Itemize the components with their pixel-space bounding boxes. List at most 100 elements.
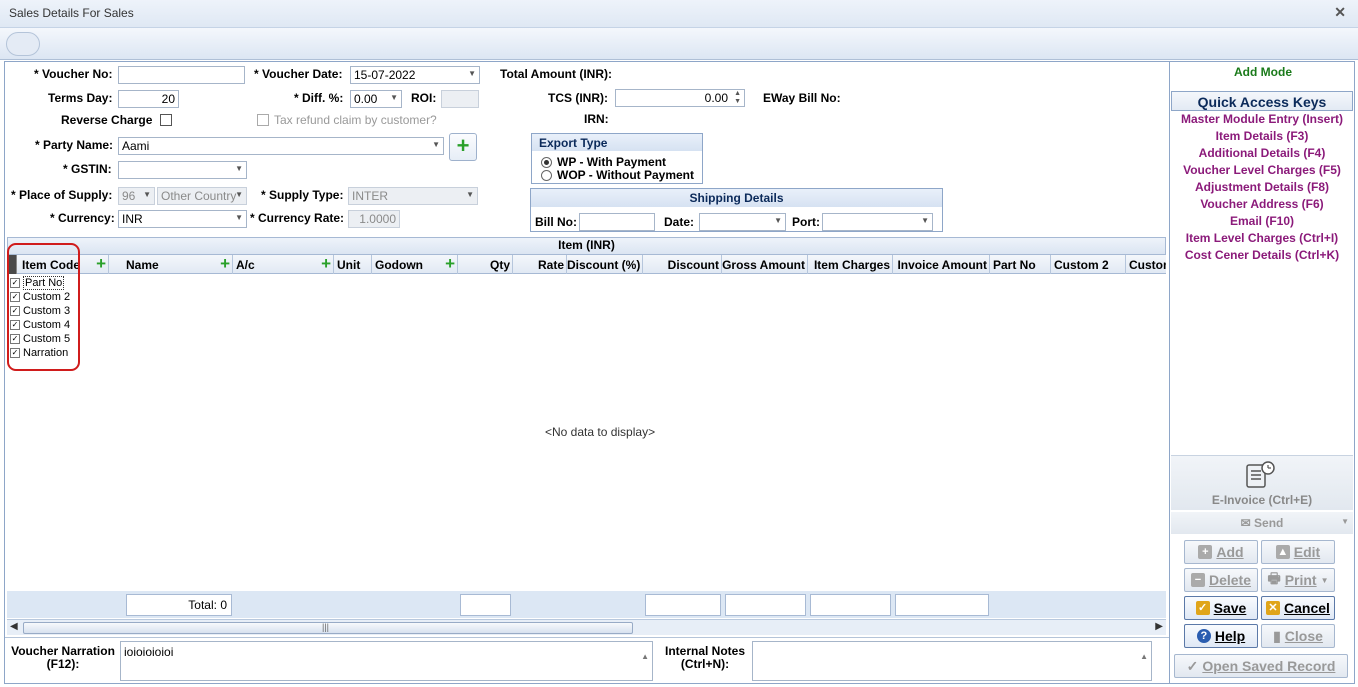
textarea-scroll-icon[interactable]: ▲▼	[641, 644, 649, 680]
dropdown-arrow-icon[interactable]: ▼	[774, 216, 782, 225]
tcs-input[interactable]: 0.00 ▲ ▼	[615, 89, 745, 107]
dropdown-arrow-icon[interactable]: ▼	[235, 164, 243, 173]
col-unit[interactable]: Unit	[334, 255, 372, 274]
help-icon: ?	[1196, 629, 1211, 643]
dropdown-arrow-icon[interactable]: ▼	[432, 140, 440, 149]
quick-access-title: Quick Access Keys	[1171, 91, 1353, 111]
terms-day-label: Terms Day:	[48, 91, 113, 105]
quick-key-voucher-address[interactable]: Voucher Address (F6)	[1169, 197, 1355, 211]
col-godown[interactable]: Godown +	[372, 255, 458, 274]
quick-key-cost-center[interactable]: Cost Cener Details (Ctrl+K)	[1169, 248, 1355, 262]
col-gross-amount[interactable]: Gross Amount	[722, 255, 808, 274]
add-button[interactable]: + Add	[1184, 540, 1258, 564]
quick-key-voucher-charges[interactable]: Voucher Level Charges (F5)	[1169, 163, 1355, 177]
col-invoice-amount-label: Invoice Amount	[897, 258, 987, 272]
scroll-right-icon[interactable]: ▶	[1155, 621, 1163, 632]
add-party-button[interactable]: +	[449, 133, 477, 161]
print-button[interactable]: 🖶 Print ▼	[1261, 568, 1335, 592]
grid-column-header: Item Code + Name + A/c + Unit Godown + Qty R…	[7, 255, 1166, 274]
col-item-charges-label: Item Charges	[813, 258, 890, 272]
ship-date-input[interactable]: ▼	[699, 213, 786, 231]
toolbar	[0, 28, 1358, 60]
cancel-button[interactable]: ✕ Cancel	[1261, 596, 1335, 620]
diff-input[interactable]: 0.00 ▼	[350, 90, 402, 108]
col-invoice-amount[interactable]: Invoice Amount	[893, 255, 990, 274]
plus-icon: +	[456, 133, 470, 158]
col-name[interactable]: Name +	[123, 255, 233, 274]
quick-key-master-entry[interactable]: Master Module Entry (Insert)	[1169, 112, 1355, 126]
radio-selected-icon[interactable]	[541, 156, 552, 168]
close-icon[interactable]: ✕	[1334, 4, 1346, 21]
plus-icon[interactable]: +	[220, 255, 230, 272]
terms-day-input[interactable]: 20	[118, 90, 179, 108]
col-item-charges[interactable]: Item Charges	[808, 255, 893, 274]
chevron-down-icon[interactable]: ▼	[1341, 517, 1349, 526]
quick-key-email[interactable]: Email (F10)	[1169, 214, 1355, 228]
port-input[interactable]: ▼	[822, 213, 933, 231]
dropdown-arrow-icon[interactable]: ▼	[468, 69, 476, 78]
radio-wop[interactable]: WOP - Without Payment	[541, 168, 694, 182]
currency-input[interactable]: INR ▼	[118, 210, 247, 228]
col-part-no[interactable]: Part No	[990, 255, 1051, 274]
radio-wp[interactable]: WP - With Payment	[541, 155, 666, 169]
spin-icon[interactable]: ▲ ▼	[734, 90, 741, 106]
save-button[interactable]: ✓ Save	[1184, 596, 1258, 620]
chevron-down-icon[interactable]: ▼	[1321, 576, 1329, 585]
grid-band-header: Item (INR)	[7, 237, 1166, 255]
voucher-date-input[interactable]: 15-07-2022 ▼	[350, 66, 480, 84]
close-label: Close	[1284, 628, 1323, 644]
radio-empty-icon[interactable]	[541, 169, 552, 181]
divider	[5, 637, 1169, 638]
export-type-group: Export Type WP - With Payment WOP - With…	[531, 133, 703, 184]
col-discount[interactable]: Discount	[643, 255, 722, 274]
quick-key-item-charges[interactable]: Item Level Charges (Ctrl+I)	[1169, 231, 1355, 245]
place-code-value: 96	[122, 189, 136, 203]
col-custom-label: Custom	[1129, 258, 1166, 272]
scroll-left-icon[interactable]: ◀	[10, 621, 18, 632]
col-discount-pct[interactable]: Discount (%)	[567, 255, 643, 274]
plus-icon[interactable]: +	[321, 255, 331, 272]
quick-key-adjustment[interactable]: Adjustment Details (F8)	[1169, 180, 1355, 194]
open-saved-record-button[interactable]: ✓ Open Saved Record	[1174, 654, 1348, 678]
narration-textarea[interactable]: ioioioioioi ▲▼	[120, 641, 653, 681]
dropdown-arrow-icon[interactable]: ▼	[921, 216, 929, 225]
voucher-no-input[interactable]	[118, 66, 245, 84]
textarea-scroll-icon[interactable]: ▲▼	[1140, 644, 1148, 680]
col-custom[interactable]: Custom	[1126, 255, 1166, 274]
tax-refund-checkbox[interactable]	[257, 114, 269, 126]
party-name-input[interactable]: Aami ▼	[118, 137, 444, 155]
internal-notes-textarea[interactable]: ▲▼	[752, 641, 1152, 681]
plus-icon[interactable]: +	[96, 255, 106, 272]
narration-label: Voucher Narration (F12):	[8, 645, 118, 671]
col-qty[interactable]: Qty	[458, 255, 513, 274]
delete-button[interactable]: − Delete	[1184, 568, 1258, 592]
quick-key-additional-details[interactable]: Additional Details (F4)	[1169, 146, 1355, 160]
bill-no-input[interactable]	[579, 213, 655, 231]
title-bar: Sales Details For Sales ✕	[0, 0, 1358, 28]
diff-label: * Diff. %:	[294, 91, 344, 105]
col-ac[interactable]: A/c +	[233, 255, 334, 274]
close-button[interactable]: ▮ Close	[1261, 624, 1335, 648]
einvoice-label: E-Invoice (Ctrl+E)	[1211, 493, 1313, 507]
dropdown-arrow-icon[interactable]: ▼	[390, 93, 398, 102]
dropdown-arrow-icon[interactable]: ▼	[235, 213, 243, 222]
help-button[interactable]: ? Help	[1184, 624, 1258, 648]
edit-button[interactable]: ▲ Edit	[1261, 540, 1335, 564]
col-custom-2-label: Custom 2	[1054, 258, 1109, 272]
col-custom-2[interactable]: Custom 2	[1051, 255, 1126, 274]
reverse-charge-checkbox[interactable]	[160, 114, 172, 126]
scroll-thumb[interactable]: |||	[23, 622, 633, 634]
horizontal-scrollbar[interactable]: ◀ ||| ▶	[7, 619, 1166, 635]
col-rate-label: Rate	[537, 258, 564, 272]
shipping-details-group: Shipping Details Bill No: Date: ▼ Port: …	[530, 188, 943, 232]
einvoice-button[interactable]: E-Invoice (Ctrl+E)	[1171, 455, 1353, 510]
col-rate[interactable]: Rate	[513, 255, 567, 274]
ribbon-toggle-button[interactable]	[6, 32, 40, 56]
send-button[interactable]: ✉ Send ▼	[1171, 512, 1353, 534]
plus-icon[interactable]: +	[445, 255, 455, 272]
gross-total-cell	[725, 594, 806, 616]
supply-type-label: * Supply Type:	[261, 188, 344, 202]
charges-total-cell	[810, 594, 891, 616]
quick-key-item-details[interactable]: Item Details (F3)	[1169, 129, 1355, 143]
gstin-input[interactable]: ▼	[118, 161, 247, 179]
